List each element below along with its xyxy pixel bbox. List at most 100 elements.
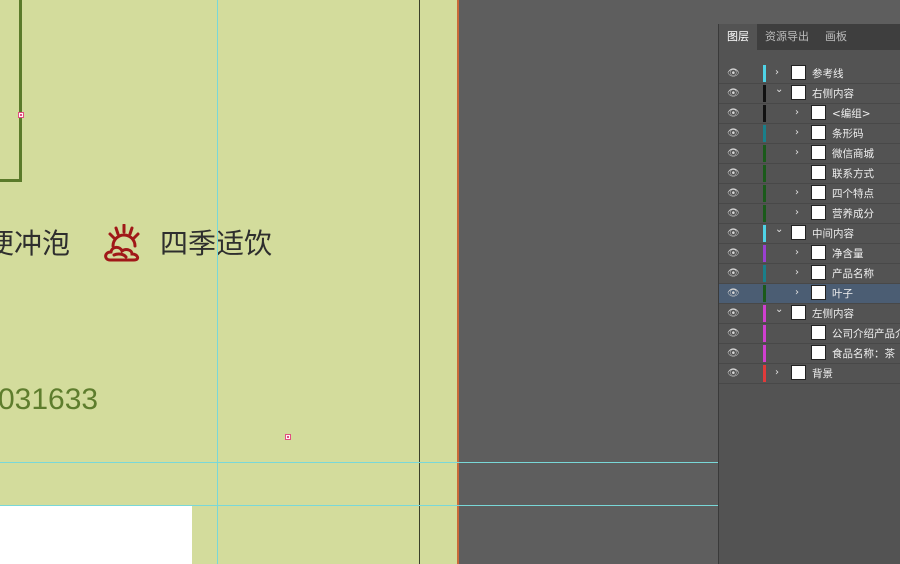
layer-row[interactable]: 👁 ⌄ 左侧内容 — [719, 304, 900, 324]
layer-row[interactable]: 👁 › 参考线 — [719, 64, 900, 84]
layer-row[interactable]: 👁 › 微信商城 — [719, 144, 900, 164]
layer-row[interactable]: 👁 › 条形码 — [719, 124, 900, 144]
layer-name[interactable]: 参考线 — [812, 66, 844, 81]
layer-name[interactable]: 微信商城 — [832, 146, 874, 161]
layer-name[interactable]: 净含量 — [832, 246, 864, 261]
layer-row[interactable]: 👁 公司介绍产品介 — [719, 324, 900, 344]
visibility-eye-icon[interactable]: 👁 — [727, 368, 741, 379]
layer-row[interactable]: 👁 › 四个特点 — [719, 184, 900, 204]
layer-thumbnail — [791, 225, 806, 240]
visibility-eye-icon[interactable]: 👁 — [727, 248, 741, 259]
visibility-eye-icon[interactable]: 👁 — [727, 88, 741, 99]
layer-list: 👁 › 参考线 👁 ⌄ 右侧内容 👁 › <编组> 👁 › 条形码 👁 › 微信商城 👁 联系方式 👁 › 四个特点 👁… — [719, 64, 900, 384]
layer-row[interactable]: 👁 › 背景 — [719, 364, 900, 384]
layer-name[interactable]: 左侧内容 — [812, 306, 854, 321]
layer-thumbnail — [811, 105, 826, 120]
visibility-eye-icon[interactable]: 👁 — [727, 188, 741, 199]
layer-color-bar — [763, 105, 766, 122]
chevron-right-icon[interactable]: › — [795, 127, 799, 138]
layer-thumbnail — [811, 145, 826, 160]
feature-text-all-seasons[interactable]: 四季适饮 — [160, 224, 272, 264]
chevron-right-icon[interactable]: › — [795, 267, 799, 278]
visibility-eye-icon[interactable]: 👁 — [727, 308, 741, 319]
visibility-eye-icon[interactable]: 👁 — [727, 148, 741, 159]
layer-thumbnail — [811, 325, 826, 340]
chevron-down-icon[interactable]: ⌄ — [775, 84, 783, 95]
chevron-right-icon[interactable]: › — [795, 287, 799, 298]
chevron-right-icon[interactable]: › — [795, 187, 799, 198]
visibility-eye-icon[interactable]: 👁 — [727, 288, 741, 299]
visibility-eye-icon[interactable]: 👁 — [727, 68, 741, 79]
layer-name[interactable]: 条形码 — [832, 126, 864, 141]
layer-color-bar — [763, 165, 766, 182]
guide-horizontal[interactable] — [0, 462, 718, 463]
white-rectangle-shape[interactable] — [0, 506, 192, 564]
layer-name[interactable]: 背景 — [812, 366, 833, 381]
layer-name[interactable]: 公司介绍产品介 — [832, 326, 900, 341]
layer-name[interactable]: 产品名称 — [832, 266, 874, 281]
visibility-eye-icon[interactable]: 👁 — [727, 168, 741, 179]
layer-name[interactable]: 营养成分 — [832, 206, 874, 221]
layer-row[interactable]: 👁 › 叶子 — [719, 284, 900, 304]
visibility-eye-icon[interactable]: 👁 — [727, 348, 741, 359]
artboard[interactable]: 便冲泡 四季适饮 031633 — [0, 0, 457, 564]
chevron-right-icon[interactable]: › — [795, 207, 799, 218]
layer-color-bar — [763, 345, 766, 362]
layer-name[interactable]: 联系方式 — [832, 166, 874, 181]
chevron-right-icon[interactable]: › — [795, 107, 799, 118]
green-frame-shape[interactable] — [0, 0, 22, 182]
layer-name[interactable]: 叶子 — [832, 286, 853, 301]
artboard-divider-line[interactable] — [419, 0, 420, 564]
layer-thumbnail — [791, 305, 806, 320]
layer-row[interactable]: 👁 食品名称：茶 — [719, 344, 900, 364]
guide-horizontal[interactable] — [0, 505, 718, 506]
layer-color-bar — [763, 285, 766, 302]
layer-row[interactable]: 👁 ⌄ 中间内容 — [719, 224, 900, 244]
chevron-right-icon[interactable]: › — [795, 247, 799, 258]
layer-color-bar — [763, 225, 766, 242]
visibility-eye-icon[interactable]: 👁 — [727, 328, 741, 339]
layer-color-bar — [763, 145, 766, 162]
chevron-down-icon[interactable]: ⌄ — [775, 304, 783, 315]
layer-row[interactable]: 👁 › 产品名称 — [719, 264, 900, 284]
anchor-point[interactable] — [18, 112, 24, 118]
visibility-eye-icon[interactable]: 👁 — [727, 108, 741, 119]
chevron-right-icon[interactable]: › — [775, 367, 779, 378]
chevron-right-icon[interactable]: › — [795, 147, 799, 158]
feature-text-brew[interactable]: 便冲泡 — [0, 224, 70, 264]
layer-row[interactable]: 👁 › 营养成分 — [719, 204, 900, 224]
anchor-point[interactable] — [285, 434, 291, 440]
layer-thumbnail — [791, 365, 806, 380]
layer-row[interactable]: 👁 ⌄ 右侧内容 — [719, 84, 900, 104]
visibility-eye-icon[interactable]: 👁 — [727, 128, 741, 139]
layer-color-bar — [763, 305, 766, 322]
layer-thumbnail — [811, 125, 826, 140]
layer-row[interactable]: 👁 联系方式 — [719, 164, 900, 184]
layer-name[interactable]: 食品名称：茶 — [832, 346, 895, 361]
guide-vertical[interactable] — [217, 0, 218, 564]
chevron-right-icon[interactable]: › — [775, 67, 779, 78]
layer-thumbnail — [811, 185, 826, 200]
tab-2[interactable]: 画板 — [817, 24, 855, 50]
layer-row[interactable]: 👁 › 净含量 — [719, 244, 900, 264]
layer-color-bar — [763, 85, 766, 102]
tab-1[interactable]: 资源导出 — [757, 24, 817, 50]
layer-name[interactable]: 右侧内容 — [812, 86, 854, 101]
tab-0[interactable]: 图层 — [719, 24, 757, 50]
layer-name[interactable]: 四个特点 — [832, 186, 874, 201]
chevron-down-icon[interactable]: ⌄ — [775, 224, 783, 235]
sun-cloud-icon — [102, 223, 148, 264]
phone-number-text[interactable]: 031633 — [0, 380, 98, 420]
layer-row[interactable]: 👁 › <编组> — [719, 104, 900, 124]
layer-name[interactable]: <编组> — [832, 106, 871, 121]
visibility-eye-icon[interactable]: 👁 — [727, 208, 741, 219]
layer-color-bar — [763, 245, 766, 262]
layer-color-bar — [763, 65, 766, 82]
layer-thumbnail — [811, 245, 826, 260]
layers-panel: 图层 资源导出 画板 👁 › 参考线 👁 ⌄ 右侧内容 👁 › <编组> 👁 › 条形码 👁 › 微信商城 👁 联系… — [718, 24, 900, 564]
layer-name[interactable]: 中间内容 — [812, 226, 854, 241]
visibility-eye-icon[interactable]: 👁 — [727, 268, 741, 279]
layer-thumbnail — [811, 205, 826, 220]
panel-tabs: 图层 资源导出 画板 — [719, 24, 900, 50]
visibility-eye-icon[interactable]: 👁 — [727, 228, 741, 239]
